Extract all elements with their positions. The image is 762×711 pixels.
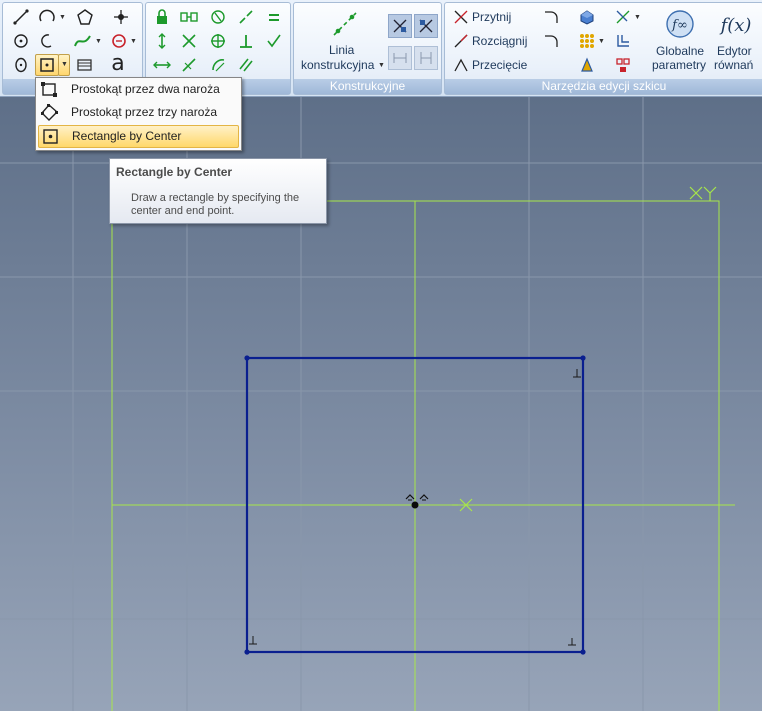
tooltip: Rectangle by Center Draw a rectangle by …: [109, 158, 327, 224]
menu-item-rectangle-three-corners[interactable]: Prostokąt przez trzy naroża: [38, 102, 237, 123]
construction-group-label: Konstrukcyjne: [294, 79, 441, 94]
global-parameters-label-1[interactable]: Globalne: [656, 44, 704, 58]
block-tool-icon[interactable]: [75, 55, 95, 75]
smooth-constraint-icon[interactable]: [264, 31, 284, 51]
pattern-icon[interactable]: [577, 31, 597, 51]
construction-line-icon[interactable]: [332, 11, 358, 37]
fillet-icon[interactable]: [541, 7, 561, 27]
extend-label[interactable]: Rozciągnij: [472, 34, 527, 48]
text-tool-icon[interactable]: a: [108, 51, 128, 76]
origin-point-icon[interactable]: [405, 494, 429, 509]
rectangle-dropdown-menu: Prostokąt przez dwa naroża Prostokąt prz…: [35, 77, 242, 151]
arc-dropdown-icon[interactable]: ▼: [59, 14, 66, 21]
intersection-icon[interactable]: [451, 55, 471, 75]
construction-group: Linia konstrukcyjna ▼ Konstrukcyjne: [293, 2, 442, 95]
trim-label[interactable]: Przytnij: [472, 10, 511, 24]
rectangle-center-icon: [42, 128, 59, 145]
equal-constraint-icon[interactable]: [264, 7, 284, 27]
menu-item-rectangle-by-center[interactable]: Rectangle by Center: [38, 125, 239, 148]
mirror-icon[interactable]: [613, 55, 633, 75]
construction-line-label[interactable]: Linia: [329, 43, 354, 57]
equation-editor-icon[interactable]: f(x): [719, 13, 753, 37]
rectangle-dropdown-icon: ▼: [61, 61, 68, 68]
line-tool-icon[interactable]: [11, 7, 31, 27]
curvature-constraint-icon[interactable]: [208, 55, 228, 75]
xy-plane-label-icon: [689, 186, 717, 201]
move-icon[interactable]: [613, 7, 633, 27]
construction-intersection-icon[interactable]: [414, 14, 438, 38]
tooltip-description: Draw a rectangle by specifying the cente…: [131, 192, 300, 217]
intersection-label[interactable]: Przecięcie: [472, 58, 527, 72]
tooltip-title: Rectangle by Center: [116, 165, 233, 179]
menu-item-rectangle-two-corners[interactable]: Prostokąt przez dwa naroża: [38, 79, 237, 100]
tangent-constraint-icon[interactable]: [208, 31, 228, 51]
construction-line-dropdown-icon[interactable]: ▼: [378, 62, 385, 69]
ellipse-arc-tool-icon[interactable]: [37, 31, 57, 51]
offset-icon[interactable]: [613, 31, 633, 51]
pattern-dropdown-icon[interactable]: ▼: [598, 38, 605, 45]
circle-center-tool-icon[interactable]: [109, 31, 129, 51]
midpoint-constraint-icon[interactable]: [179, 31, 199, 51]
global-parameters-icon[interactable]: f∞: [665, 9, 695, 39]
symmetric-constraint-icon[interactable]: [179, 55, 199, 75]
spline-dropdown-icon[interactable]: ▼: [95, 38, 102, 45]
construction-line-label-2[interactable]: konstrukcyjna: [301, 58, 374, 72]
perpendicular-constraint-icon[interactable]: [236, 31, 256, 51]
dimension-horizontal-icon[interactable]: [388, 46, 412, 70]
project-edges-icon[interactable]: [577, 7, 597, 27]
arc-tool-icon[interactable]: [37, 7, 57, 27]
equation-editor-label-2[interactable]: równań: [714, 58, 753, 72]
menu-item-label: Prostokąt przez trzy naroża: [71, 105, 218, 119]
global-parameters-symbol: f∞: [671, 18, 688, 33]
sketch-texture-icon[interactable]: [577, 55, 597, 75]
vertical-constraint-icon[interactable]: [152, 31, 172, 51]
menu-item-label: Prostokąt przez dwa naroża: [71, 82, 220, 96]
point-tool-icon[interactable]: [111, 7, 131, 27]
parallel-constraint-icon[interactable]: [236, 55, 256, 75]
menu-item-label: Rectangle by Center: [72, 129, 182, 143]
rectangle-two-corners-icon: [41, 81, 58, 98]
extend-icon[interactable]: [451, 31, 471, 51]
sketch-edit-tools-group-label: Narzędzia edycji szkicu: [445, 79, 762, 94]
sketch-edit-tools-group: Przytnij Rozciągnij Przecięcie ▼ ▼ f∞ Gl…: [444, 2, 762, 95]
global-parameters-label-2[interactable]: parametry: [652, 58, 706, 72]
chamfer-icon[interactable]: [541, 31, 561, 51]
horizontal-constraint-icon[interactable]: [152, 55, 172, 75]
rectangle-three-corners-icon: [41, 104, 59, 121]
spline-tool-icon[interactable]: [73, 31, 93, 51]
trim-icon[interactable]: [451, 7, 471, 27]
fix-constraint-icon[interactable]: [152, 7, 172, 27]
polygon-tool-icon[interactable]: [75, 7, 95, 27]
circle-tool-icon[interactable]: [11, 31, 31, 51]
rectangle-dropdown-button[interactable]: ▼: [58, 54, 70, 76]
equation-editor-label-1[interactable]: Edytor: [717, 44, 752, 58]
construction-point-icon[interactable]: [388, 14, 412, 38]
circle-dropdown-icon[interactable]: ▼: [130, 38, 137, 45]
ellipse-tool-icon[interactable]: [11, 55, 31, 75]
dimension-vertical-icon[interactable]: [414, 46, 438, 70]
move-dropdown-icon[interactable]: ▼: [634, 14, 641, 21]
rectangle-tool-icon[interactable]: [35, 54, 59, 76]
collinear-constraint-icon[interactable]: [236, 7, 256, 27]
coincident-constraint-icon[interactable]: [179, 7, 199, 27]
concentric-constraint-icon[interactable]: [208, 7, 228, 27]
